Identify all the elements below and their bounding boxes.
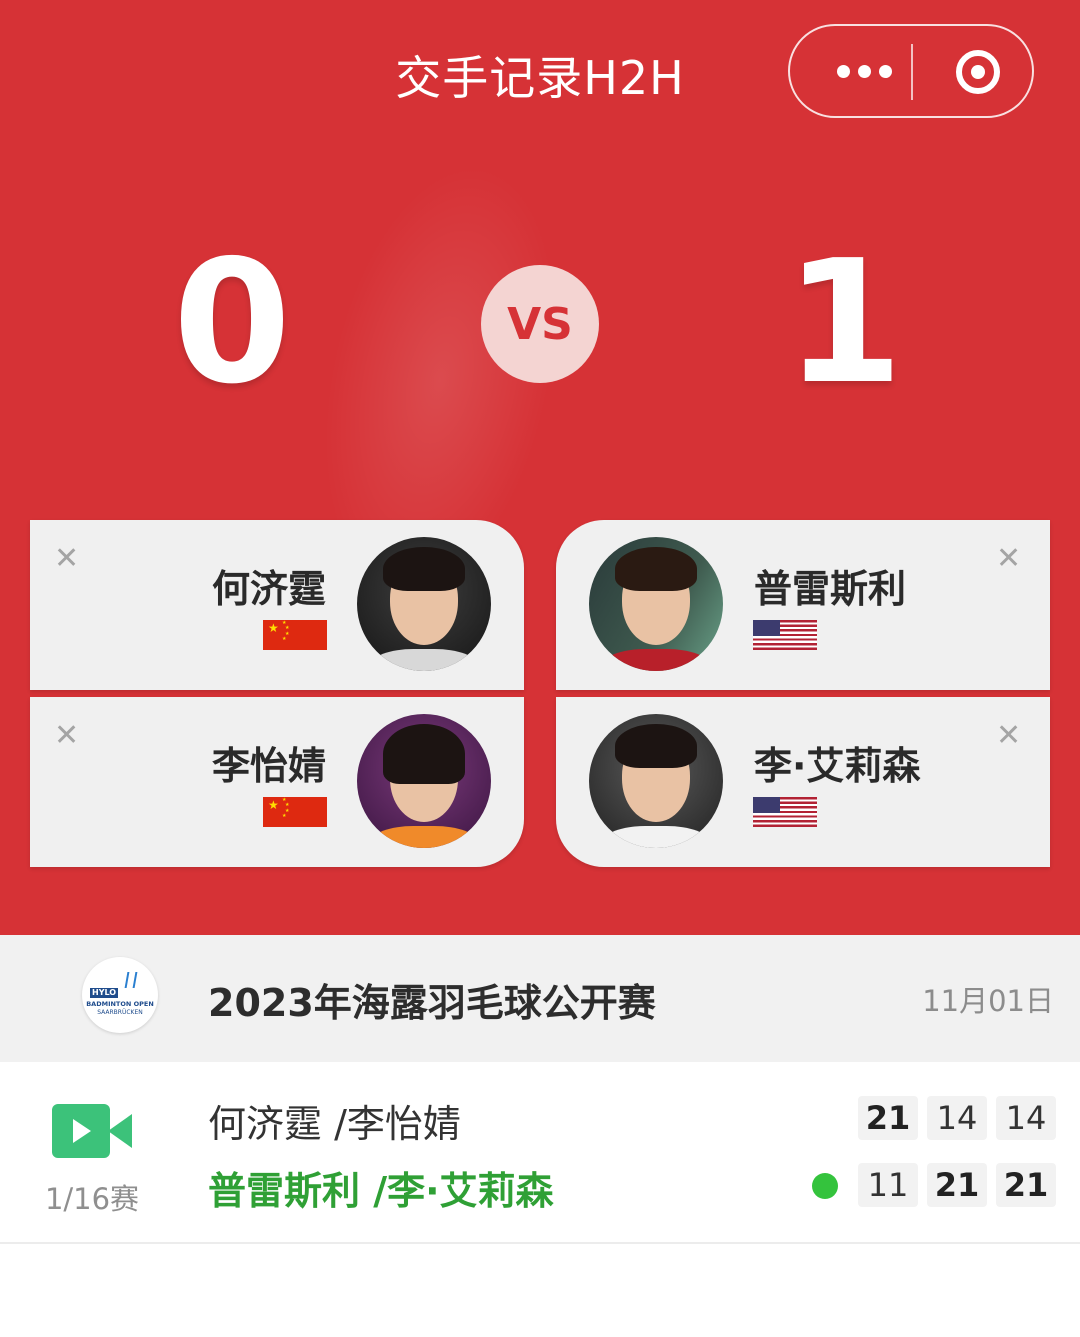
shuttlecock-icon — [124, 972, 138, 988]
match-row[interactable] — [0, 1062, 1080, 1244]
mini-program-capsule — [788, 24, 1034, 118]
team1-names: 何济霆 /李怡婧 — [208, 1102, 461, 1146]
remove-icon[interactable]: ✕ — [996, 544, 1021, 574]
remove-icon[interactable]: ✕ — [54, 544, 79, 574]
team1-game1-score: 21 — [858, 1096, 918, 1140]
cn-flag-icon: ★ ★ ★ ★ ★ — [263, 620, 327, 650]
event-name: 2023年海露羽毛球公开赛 — [208, 981, 656, 1025]
target-close-icon[interactable] — [956, 50, 1000, 94]
player-avatar — [589, 537, 723, 671]
team2-game2-score: 21 — [927, 1163, 987, 1207]
player-name: 李·艾莉森 — [754, 744, 921, 788]
player-card-left-2[interactable]: ✕ 李怡婧 ★ ★ ★ ★ ★ — [30, 697, 524, 867]
vs-badge: VS — [481, 265, 599, 383]
player-name: 李怡婧 — [211, 744, 326, 788]
winner-indicator-dot — [812, 1173, 838, 1199]
player-name: 普雷斯利 — [754, 567, 907, 611]
remove-icon[interactable]: ✕ — [54, 721, 79, 751]
team1-game2-score: 14 — [927, 1096, 987, 1140]
player-avatar — [357, 537, 491, 671]
player-card-right-2[interactable]: ✕ 李·艾莉森 — [556, 697, 1050, 867]
match-round: 1/16赛 — [44, 1182, 140, 1216]
left-team-score: 0 — [172, 224, 292, 422]
player-avatar — [357, 714, 491, 848]
cn-flag-icon: ★ ★ ★ ★ ★ — [263, 797, 327, 827]
team1-game3-score: 14 — [996, 1096, 1056, 1140]
event-date: 11月01日 — [922, 984, 1054, 1018]
video-camera-icon[interactable] — [52, 1104, 132, 1158]
team2-game3-score: 21 — [996, 1163, 1056, 1207]
right-team-score: 1 — [784, 224, 904, 422]
remove-icon[interactable]: ✕ — [996, 721, 1021, 751]
us-flag-icon — [753, 620, 817, 650]
team2-game1-score: 11 — [858, 1163, 918, 1207]
us-flag-icon — [753, 797, 817, 827]
player-name: 何济霆 — [211, 567, 326, 611]
team2-names: 普雷斯利 /李·艾莉森 — [208, 1169, 554, 1213]
player-card-right-1[interactable]: ✕ 普雷斯利 — [556, 520, 1050, 690]
player-avatar — [589, 714, 723, 848]
player-card-left-1[interactable]: ✕ 何济霆 ★ ★ ★ ★ ★ — [30, 520, 524, 690]
event-logo: HYLO BADMINTON OPEN SAARBRÜCKEN — [82, 957, 158, 1033]
more-dots-icon[interactable] — [818, 26, 910, 116]
capsule-divider — [911, 44, 913, 100]
